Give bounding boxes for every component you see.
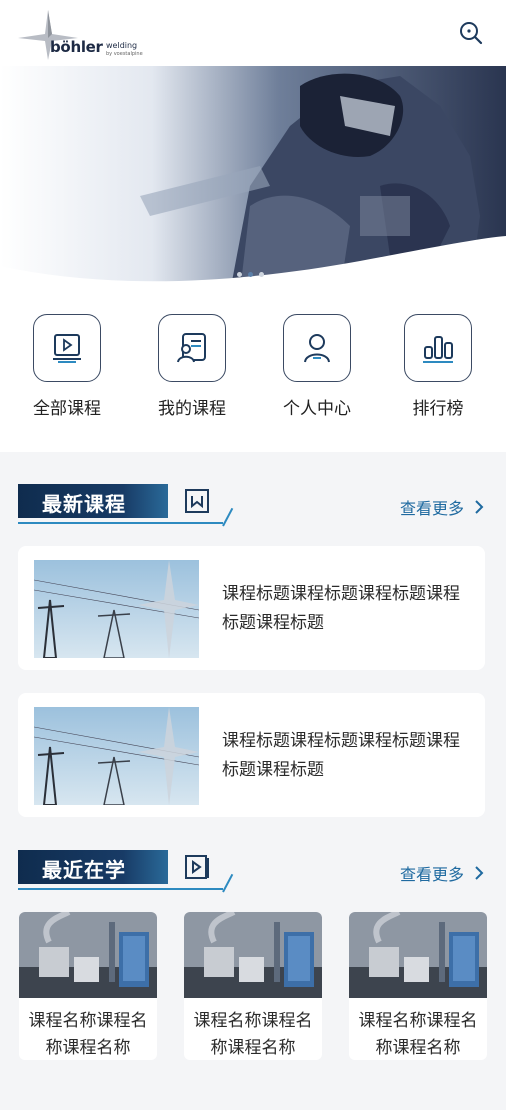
- menu-icon-box: [283, 314, 351, 382]
- pagination-dot[interactable]: [259, 272, 264, 277]
- search-button[interactable]: [458, 20, 484, 46]
- recent-course-name: 课程名称课程名称课程名称: [193, 1011, 313, 1058]
- quick-menu: 全部课程 我的课程 个人中心 排行榜: [0, 292, 506, 452]
- hero-banner[interactable]: [0, 66, 506, 292]
- user-list-icon: [177, 333, 206, 363]
- search-icon: [460, 22, 483, 45]
- power-plant-image: [184, 912, 322, 998]
- pagination-dot-active[interactable]: [248, 272, 253, 277]
- course-card[interactable]: 课程标题课程标题课程标题课程标题课程标题: [18, 546, 485, 670]
- logo-subtext: welding: [106, 41, 138, 50]
- power-tower-image: [34, 707, 199, 805]
- bar-chart-icon: [423, 336, 453, 363]
- recent-view-more-link[interactable]: 查看更多: [400, 861, 484, 885]
- person-icon: [304, 334, 330, 363]
- recent-course-name: 课程名称课程名称课程名称: [28, 1011, 148, 1058]
- video-course-icon: [53, 334, 81, 363]
- banner-pagination: [237, 272, 264, 277]
- section-flag: 最近在学: [18, 850, 168, 884]
- logo-tagline: by voestalpine: [106, 51, 143, 57]
- section-underline: [18, 888, 223, 890]
- course-title: 课程标题课程标题课程标题课程标题课程标题: [222, 731, 460, 780]
- section-title: 最新课程: [42, 492, 126, 516]
- power-plant-image: [19, 912, 157, 998]
- play-book-icon: [185, 855, 209, 879]
- menu-label: 个人中心: [283, 399, 351, 419]
- menu-leaderboard[interactable]: 排行榜: [388, 314, 488, 419]
- course-thumbnail: [34, 707, 199, 805]
- latest-view-more-link[interactable]: 查看更多: [400, 495, 484, 519]
- course-title: 课程标题课程标题课程标题课程标题课程标题: [222, 584, 460, 633]
- latest-section-heading: 最新课程: [18, 484, 238, 528]
- course-thumbnail: [34, 560, 199, 658]
- recent-course-card[interactable]: 课程名称课程名称课程名称: [184, 912, 322, 1060]
- bookmark-icon: [185, 489, 209, 513]
- menu-icon-box: [158, 314, 226, 382]
- menu-label: 全部课程: [33, 399, 101, 419]
- power-tower-image: [34, 560, 199, 658]
- section-flag: 最新课程: [18, 484, 168, 518]
- recent-section-heading: 最近在学: [18, 850, 238, 894]
- section-underline-slant: [222, 873, 234, 893]
- recent-course-name: 课程名称课程名称课程名称: [358, 1011, 478, 1058]
- pagination-dot[interactable]: [237, 272, 242, 277]
- view-more-label: 查看更多: [399, 865, 464, 884]
- recent-course-card[interactable]: 课程名称课程名称课程名称: [19, 912, 157, 1060]
- section-title: 最近在学: [42, 858, 126, 882]
- view-more-label: 查看更多: [399, 499, 464, 518]
- menu-icon-box: [33, 314, 101, 382]
- recent-course-card[interactable]: 课程名称课程名称课程名称: [349, 912, 487, 1060]
- section-underline: [18, 522, 223, 524]
- power-plant-image: [349, 912, 487, 998]
- menu-icon-box: [404, 314, 472, 382]
- course-card[interactable]: 课程标题课程标题课程标题课程标题课程标题: [18, 693, 485, 817]
- section-underline-slant: [222, 507, 234, 527]
- chevron-right-icon: [475, 866, 484, 880]
- chevron-right-icon: [475, 500, 484, 514]
- logo-text: böhler: [50, 38, 103, 56]
- menu-my-courses[interactable]: 我的课程: [142, 314, 242, 419]
- app-header: böhler welding by voestalpine: [0, 0, 506, 66]
- menu-all-courses[interactable]: 全部课程: [17, 314, 117, 419]
- menu-label: 排行榜: [412, 399, 464, 419]
- menu-personal-center[interactable]: 个人中心: [267, 314, 367, 419]
- menu-label: 我的课程: [158, 399, 226, 419]
- bohler-logo[interactable]: böhler welding by voestalpine: [18, 8, 148, 60]
- welder-banner-image: [0, 66, 506, 292]
